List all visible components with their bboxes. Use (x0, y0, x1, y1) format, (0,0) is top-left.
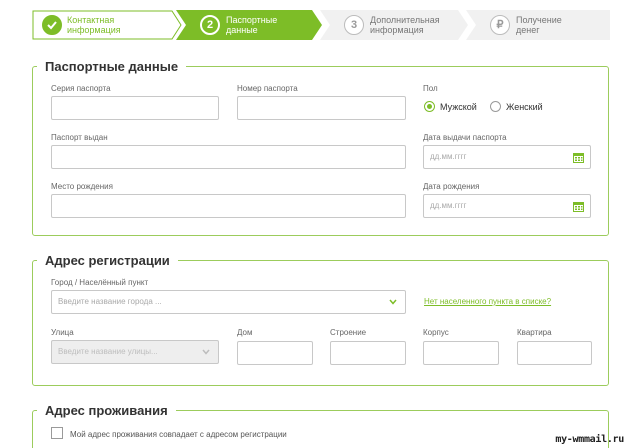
issue-date-placeholder: дд.мм.гггг (430, 152, 467, 161)
birthplace-label: Место рождения (51, 182, 113, 191)
building-label: Строение (330, 328, 367, 337)
section-title: Адрес регистрации (37, 252, 178, 270)
same-address-label: Мой адрес проживания совпадает с адресом… (70, 430, 287, 439)
same-address-checkbox[interactable] (51, 427, 63, 439)
step-additional-info[interactable]: 3 Дополнительная информация (320, 10, 470, 40)
passport-series-input[interactable] (51, 96, 219, 120)
section-title: Паспортные данные (37, 58, 187, 76)
step-label: Дополнительная информация (370, 15, 440, 35)
city-placeholder: Введите название города ... (58, 297, 162, 306)
step-label: Контактная информация (67, 15, 121, 35)
passport-issued-by-input[interactable] (51, 145, 406, 169)
block-label: Корпус (423, 328, 449, 337)
series-label: Серия паспорта (51, 84, 111, 93)
number-label: Номер паспорта (237, 84, 298, 93)
step-label: Получение денег (516, 15, 562, 35)
house-input[interactable] (237, 341, 313, 365)
city-label: Город / Населённый пункт (51, 278, 149, 287)
street-placeholder: Введите название улицы... (58, 347, 158, 356)
apartment-label: Квартира (517, 328, 552, 337)
gender-male-radio[interactable]: Мужской (424, 101, 477, 112)
passport-number-input[interactable] (237, 96, 406, 120)
gender-label: Пол (423, 84, 438, 93)
residence-address-section: Адрес проживания Мой адрес проживания со… (32, 402, 609, 448)
issue-date-label: Дата выдачи паспорта (423, 133, 507, 142)
progress-stepper: Контактная информация 2 Паспортные данные … (32, 10, 610, 40)
radio-label: Женский (506, 101, 543, 112)
step-label: Паспортные данные (226, 15, 278, 35)
registration-address-section: Адрес регистрации Город / Населённый пун… (32, 252, 609, 386)
street-label: Улица (51, 328, 74, 337)
watermark: my-wmmail.ru (555, 434, 624, 445)
step-number: 2 (200, 15, 220, 35)
building-input[interactable] (330, 341, 406, 365)
step-passport-data[interactable]: 2 Паспортные данные (176, 10, 324, 40)
city-missing-link[interactable]: Нет населенного пункта в списке? (424, 297, 551, 306)
house-label: Дом (237, 328, 253, 337)
calendar-icon[interactable] (573, 152, 584, 163)
ruble-icon: ₽ (490, 15, 510, 35)
issue-date-input[interactable]: дд.мм.гггг (423, 145, 591, 169)
passport-data-section: Паспортные данные Серия паспорта Номер п… (32, 58, 609, 236)
radio-selected-icon (424, 101, 435, 112)
radio-empty-icon (490, 101, 501, 112)
birthdate-placeholder: дд.мм.гггг (430, 201, 467, 210)
radio-label: Мужской (440, 101, 477, 112)
city-select[interactable]: Введите название города ... (51, 290, 406, 314)
calendar-icon[interactable] (573, 201, 584, 212)
chevron-down-icon (202, 349, 210, 355)
birthdate-input[interactable]: дд.мм.гггг (423, 194, 591, 218)
check-icon (42, 15, 62, 35)
chevron-down-icon (389, 299, 397, 305)
step-number: 3 (344, 15, 364, 35)
birthplace-input[interactable] (51, 194, 406, 218)
section-title: Адрес проживания (37, 402, 176, 420)
block-input[interactable] (423, 341, 499, 365)
apartment-input[interactable] (517, 341, 592, 365)
birthdate-label: Дата рождения (423, 182, 480, 191)
step-contact-info[interactable]: Контактная информация (32, 10, 182, 40)
gender-female-radio[interactable]: Женский (490, 101, 543, 112)
step-get-money[interactable]: ₽ Получение денег (466, 10, 610, 40)
issued-by-label: Паспорт выдан (51, 133, 108, 142)
street-select[interactable]: Введите название улицы... (51, 340, 219, 364)
